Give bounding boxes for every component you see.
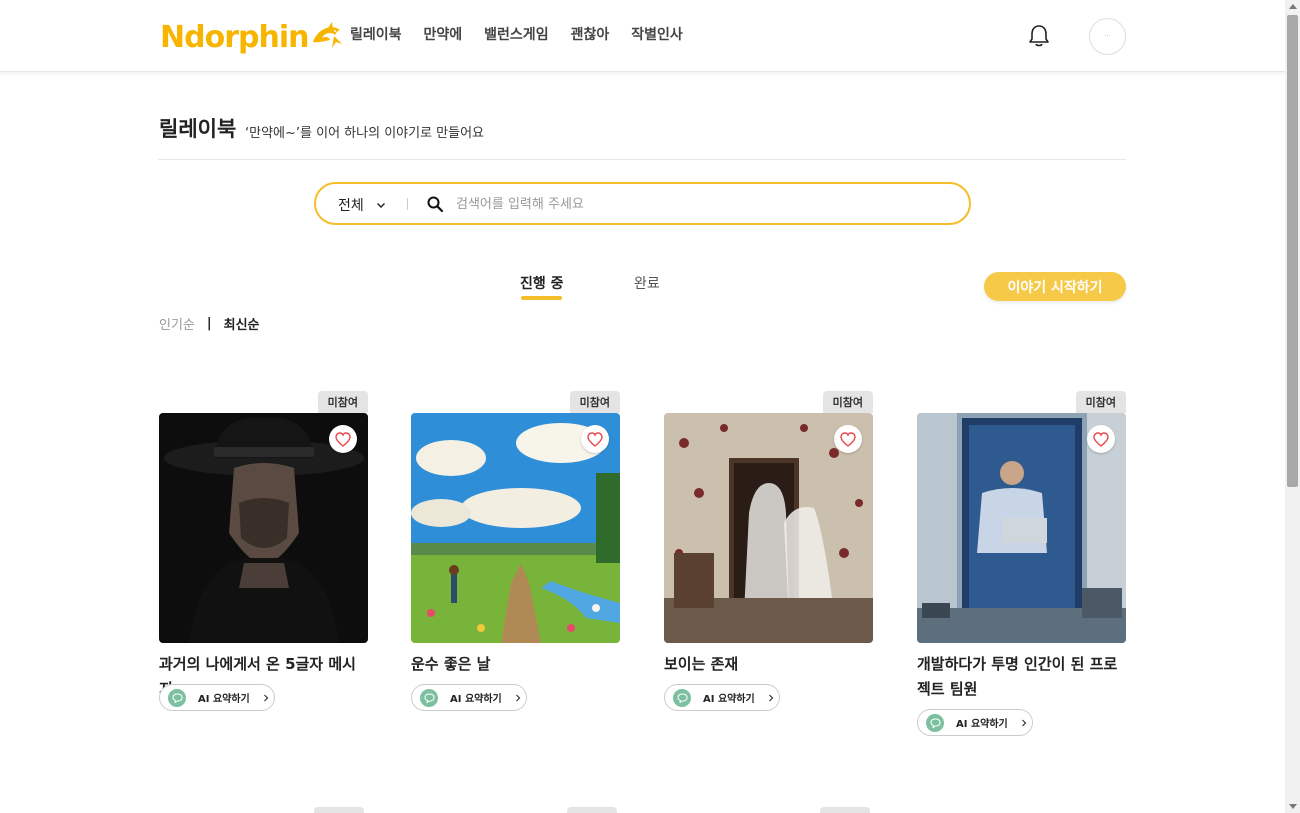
ai-summary-button[interactable]: AI 요약하기 bbox=[664, 684, 780, 711]
book-title[interactable]: 개발하다가 투명 인간이 된 프로젝트 팀원 bbox=[917, 652, 1126, 702]
nav-its-ok[interactable]: 괜찮아 bbox=[571, 24, 610, 44]
participation-badge: 미참여 bbox=[569, 391, 620, 413]
sort-options: 인기순 | 최신순 bbox=[159, 314, 260, 333]
nav-if[interactable]: 만약에 bbox=[424, 24, 463, 44]
next-row-badge bbox=[314, 807, 364, 813]
participation-badge: 미참여 bbox=[1075, 391, 1126, 413]
search-filter-value: 전체 bbox=[338, 198, 364, 214]
chevron-right-icon bbox=[1021, 719, 1027, 726]
search-input[interactable] bbox=[456, 192, 936, 216]
scroll-up-arrow-icon[interactable] bbox=[1289, 4, 1297, 9]
book-title[interactable]: 보이는 존재 bbox=[664, 652, 873, 677]
book-cover-image[interactable] bbox=[159, 413, 368, 643]
chevron-right-icon bbox=[515, 694, 521, 701]
active-tab-indicator bbox=[521, 296, 562, 300]
tab-in-progress[interactable]: 진행 중 bbox=[520, 273, 564, 293]
ai-summary-label: AI 요약하기 bbox=[956, 719, 1008, 730]
avatar-text: ··· bbox=[1104, 33, 1111, 40]
ai-summary-label: AI 요약하기 bbox=[703, 694, 755, 705]
chevron-right-icon bbox=[263, 694, 269, 701]
search-filter-select[interactable]: 전체 bbox=[338, 195, 386, 215]
search-bar: 전체 bbox=[314, 182, 971, 225]
top-header: Ndorphin 릴레이북 만약에 밸런스게임 괜찮아 작별인사 ··· bbox=[0, 0, 1285, 72]
like-heart-icon[interactable] bbox=[1087, 425, 1115, 453]
page-subtitle: ‘만약에~’를 이어 하나의 이야기로 만들어요 bbox=[245, 126, 485, 141]
search-divider bbox=[407, 198, 408, 210]
scroll-down-arrow-icon[interactable] bbox=[1289, 804, 1297, 809]
ndorphin-logo[interactable]: Ndorphin bbox=[160, 16, 344, 58]
nav-balance-game[interactable]: 밸런스게임 bbox=[484, 24, 548, 44]
like-heart-icon[interactable] bbox=[581, 425, 609, 453]
avatar[interactable]: ··· bbox=[1089, 18, 1126, 55]
ai-summary-label: AI 요약하기 bbox=[198, 694, 250, 705]
chat-bubble-icon bbox=[926, 713, 944, 732]
ai-summary-button[interactable]: AI 요약하기 bbox=[917, 709, 1033, 736]
main-nav: 릴레이북 만약에 밸런스게임 괜찮아 작별인사 bbox=[350, 24, 705, 44]
book-cover-image[interactable] bbox=[664, 413, 873, 643]
next-row-badge bbox=[820, 807, 870, 813]
participation-badge: 미참여 bbox=[822, 391, 873, 413]
ai-summary-label: AI 요약하기 bbox=[450, 694, 502, 705]
dolphin-icon bbox=[313, 22, 343, 48]
title-divider bbox=[158, 159, 1126, 160]
scroll-thumb[interactable] bbox=[1287, 15, 1298, 487]
chat-bubble-icon bbox=[673, 688, 691, 707]
next-row-badge bbox=[567, 807, 617, 813]
book-cover-image[interactable] bbox=[917, 413, 1126, 643]
start-story-button[interactable]: 이야기 시작하기 bbox=[984, 272, 1126, 301]
chevron-down-icon bbox=[376, 203, 385, 208]
chat-bubble-icon bbox=[420, 688, 438, 707]
sort-popular[interactable]: 인기순 bbox=[159, 314, 195, 333]
bell-icon[interactable] bbox=[1028, 24, 1050, 48]
sort-newest[interactable]: 최신순 bbox=[224, 314, 260, 333]
sort-separator: | bbox=[206, 316, 212, 331]
chevron-right-icon bbox=[768, 694, 774, 701]
page-title: 릴레이북 bbox=[159, 117, 237, 141]
search-icon[interactable] bbox=[426, 195, 444, 213]
nav-relay-book[interactable]: 릴레이북 bbox=[350, 24, 402, 44]
book-cover-image[interactable] bbox=[411, 413, 620, 643]
page-scrollbar[interactable] bbox=[1285, 0, 1300, 813]
nav-farewell[interactable]: 작별인사 bbox=[631, 24, 683, 44]
ai-summary-button[interactable]: AI 요약하기 bbox=[159, 684, 275, 711]
like-heart-icon[interactable] bbox=[834, 425, 862, 453]
participation-badge: 미참여 bbox=[317, 391, 368, 413]
ai-summary-button[interactable]: AI 요약하기 bbox=[411, 684, 527, 711]
logo-text: Ndorphin bbox=[160, 19, 309, 55]
tab-completed[interactable]: 완료 bbox=[634, 273, 660, 293]
chat-bubble-icon bbox=[168, 688, 186, 707]
book-title[interactable]: 운수 좋은 날 bbox=[411, 652, 620, 677]
like-heart-icon[interactable] bbox=[329, 425, 357, 453]
